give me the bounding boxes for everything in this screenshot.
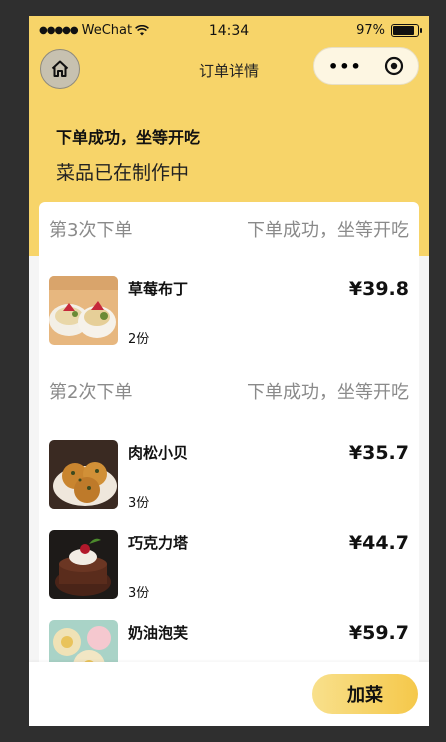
dish-name: 草莓布丁 [128, 280, 189, 298]
more-dots-icon[interactable]: ••• [328, 57, 362, 76]
order-card: 第3次下单 下单成功，坐等开吃 草莓布丁 2份 ¥39.8 第2次下单 下单成功… [39, 202, 419, 672]
order-item[interactable]: 草莓布丁 2份 ¥39.8 [39, 276, 419, 347]
status-right: 97% [356, 23, 422, 38]
battery-percent: 97% [356, 23, 385, 38]
dish-quantity: 3份 [128, 496, 150, 511]
chocolate-tart-image [49, 530, 118, 599]
order-status-subtitle: 菜品已在制作中 [56, 162, 190, 184]
dish-price: ¥39.8 [348, 278, 409, 300]
mini-program-capsule: ••• [313, 47, 419, 85]
battery-level [393, 26, 414, 35]
batch-label: 第3次下单 [49, 220, 133, 241]
bottom-action-bar: 加菜 [29, 662, 429, 726]
nav-bar: 订单详情 ••• [29, 44, 429, 94]
dish-quantity: 3份 [128, 586, 150, 601]
target-circle-icon[interactable] [384, 56, 404, 76]
dish-name: 肉松小贝 [128, 444, 189, 462]
dish-name: 奶油泡芙 [128, 624, 189, 642]
add-dishes-button[interactable]: 加菜 [312, 674, 418, 714]
status-bar: ●●●●● WeChat 14:34 97% [29, 16, 429, 44]
dish-price: ¥35.7 [348, 442, 409, 464]
strawberry-pudding-image [49, 276, 118, 345]
pork-floss-cake-image [49, 440, 118, 509]
dish-name: 巧克力塔 [128, 534, 189, 552]
dish-thumbnail [49, 530, 118, 599]
batch-status: 下单成功，坐等开吃 [247, 220, 409, 241]
batch-header: 第2次下单 下单成功，坐等开吃 [39, 364, 419, 404]
order-status-title: 下单成功，坐等开吃 [56, 128, 201, 147]
dish-price: ¥59.7 [348, 622, 409, 644]
dish-price: ¥44.7 [348, 532, 409, 554]
batch-label: 第2次下单 [49, 382, 133, 403]
phone-screen: ●●●●● WeChat 14:34 97% 订单详情 ••• 下单成功，坐等开… [29, 16, 429, 726]
order-item[interactable]: 肉松小贝 3份 ¥35.7 [39, 440, 419, 511]
batch-header: 第3次下单 下单成功，坐等开吃 [39, 202, 419, 242]
batch-status: 下单成功，坐等开吃 [247, 382, 409, 403]
dish-thumbnail [49, 276, 118, 345]
dish-quantity: 2份 [128, 332, 150, 347]
order-item[interactable]: 巧克力塔 3份 ¥44.7 [39, 530, 419, 601]
battery-icon [391, 24, 422, 37]
dish-thumbnail [49, 440, 118, 509]
